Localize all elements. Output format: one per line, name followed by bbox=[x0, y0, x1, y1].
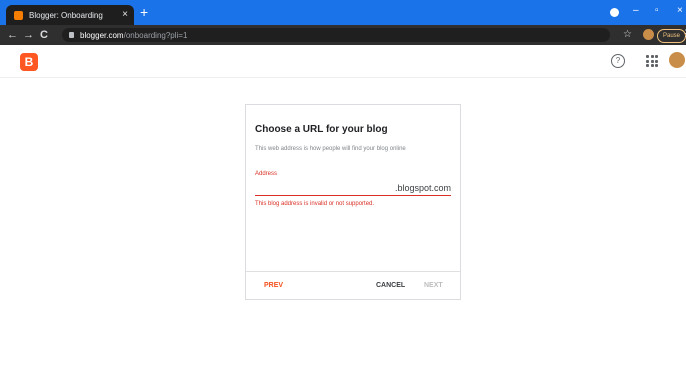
address-bar[interactable]: blogger.com /onboarding?pli=1 bbox=[62, 28, 610, 42]
browser-toolbar: ← → C blogger.com /onboarding?pli=1 ☆ Pa… bbox=[0, 25, 686, 45]
help-icon[interactable]: ? bbox=[611, 54, 625, 68]
record-icon[interactable] bbox=[610, 8, 619, 17]
apps-grid-icon[interactable] bbox=[646, 55, 658, 67]
app-header: B ? bbox=[0, 45, 686, 78]
prev-button[interactable]: PREV bbox=[264, 282, 283, 289]
tab-close-icon[interactable]: × bbox=[122, 10, 128, 20]
next-button[interactable]: NEXT bbox=[424, 282, 443, 289]
url-path: /onboarding?pli=1 bbox=[123, 30, 188, 40]
forward-button[interactable]: → bbox=[23, 26, 34, 44]
address-input[interactable]: .blogspot.com bbox=[255, 181, 451, 196]
window-close-button[interactable]: × bbox=[677, 4, 683, 18]
blogger-logo[interactable]: B bbox=[20, 53, 38, 71]
reload-button[interactable]: C bbox=[40, 26, 48, 44]
blogger-favicon-icon bbox=[14, 10, 23, 20]
maximize-button[interactable]: ▫ bbox=[655, 4, 659, 18]
back-button[interactable]: ← bbox=[7, 26, 18, 44]
profile-avatar-icon[interactable] bbox=[643, 29, 654, 40]
choose-url-dialog: Choose a URL for your blog This web addr… bbox=[245, 104, 461, 300]
address-label: Address bbox=[255, 171, 278, 177]
url-host: blogger.com bbox=[80, 30, 124, 40]
browser-tab-bar: Blogger: Onboarding × + – ▫ × bbox=[0, 0, 686, 25]
minimize-button[interactable]: – bbox=[633, 4, 639, 18]
dialog-divider bbox=[246, 271, 460, 272]
address-error-message: This blog address is invalid or not supp… bbox=[255, 201, 375, 207]
dialog-title: Choose a URL for your blog bbox=[255, 124, 388, 135]
dialog-description: This web address is how people will find… bbox=[255, 146, 406, 152]
new-tab-button[interactable]: + bbox=[140, 4, 148, 20]
bookmark-star-icon[interactable]: ☆ bbox=[623, 27, 632, 42]
address-suffix: .blogspot.com bbox=[394, 183, 451, 193]
lock-icon bbox=[69, 32, 74, 38]
browser-tab[interactable]: Blogger: Onboarding × bbox=[6, 5, 134, 25]
browser-menu-icon[interactable]: ⋮ bbox=[681, 28, 686, 39]
cancel-button[interactable]: CANCEL bbox=[376, 282, 405, 289]
account-avatar[interactable] bbox=[669, 52, 685, 68]
tab-title: Blogger: Onboarding bbox=[29, 10, 103, 20]
